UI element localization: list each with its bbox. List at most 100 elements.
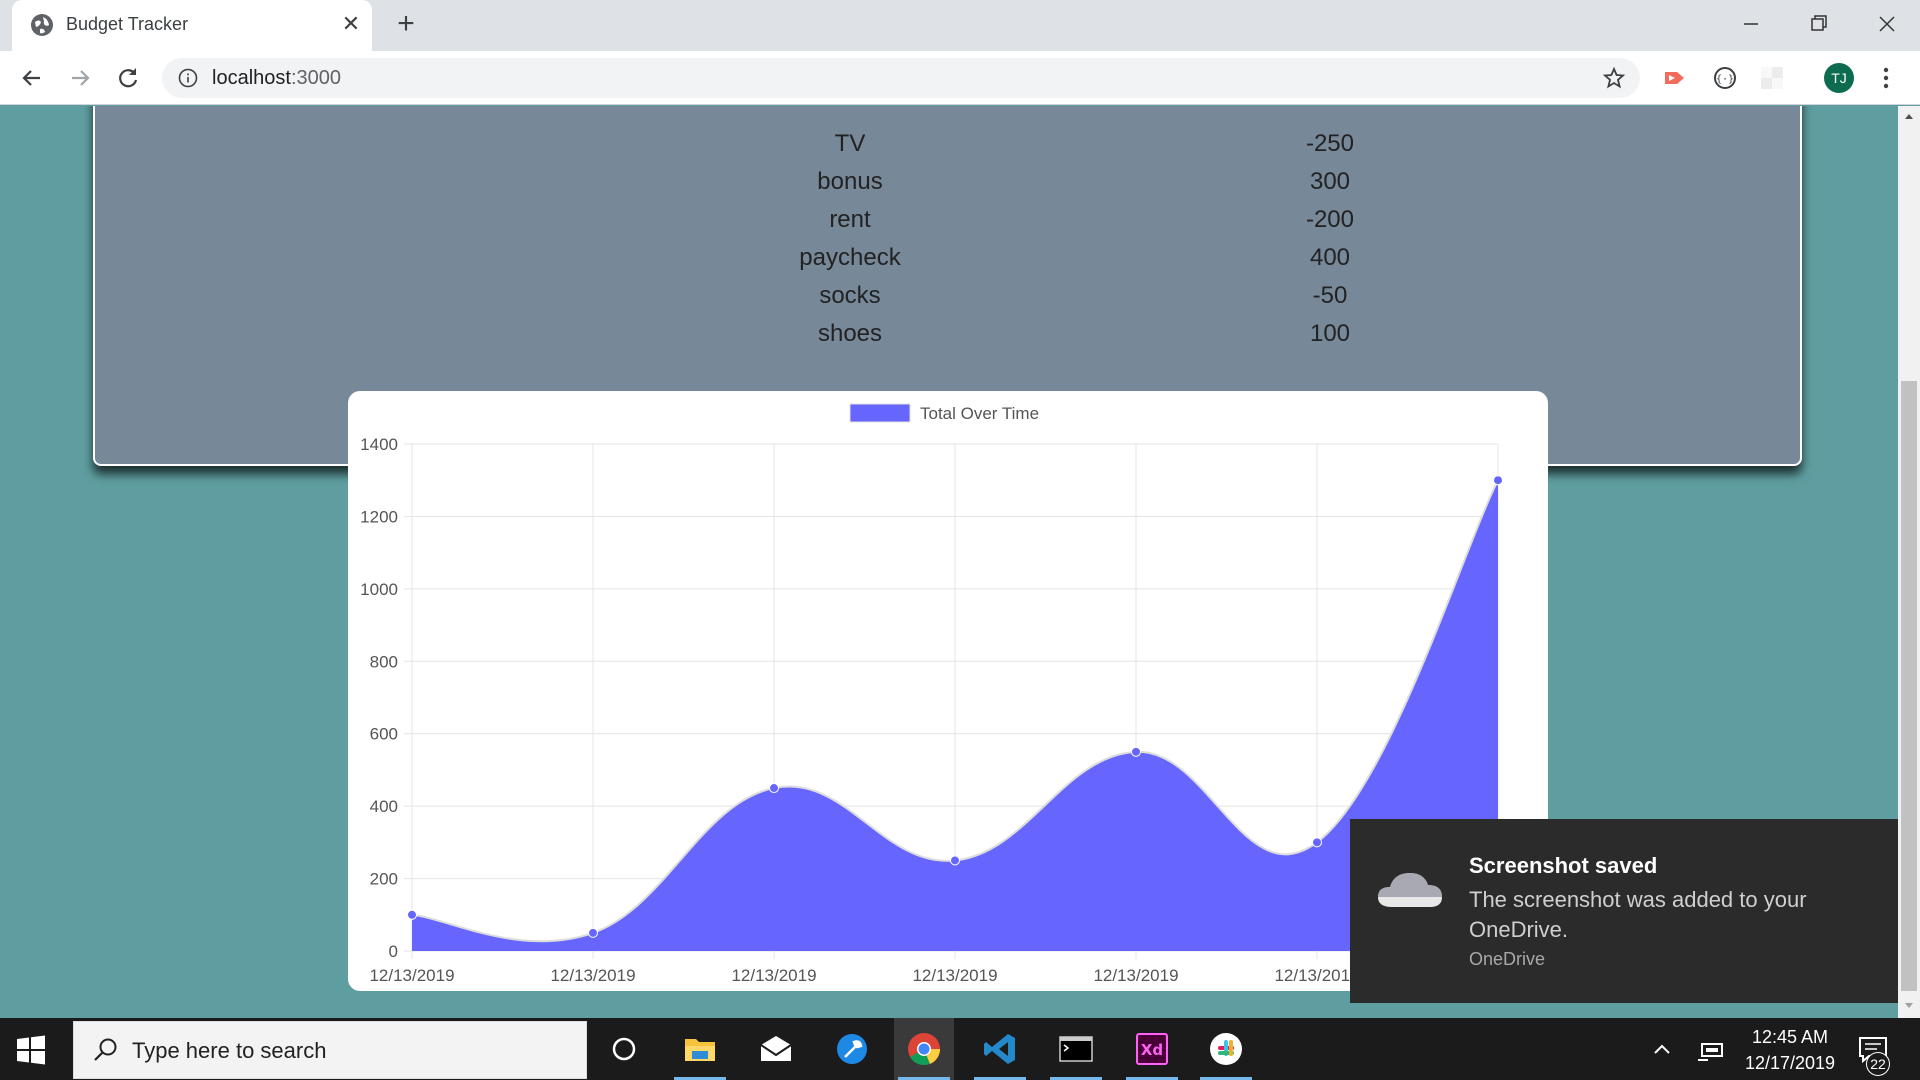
taskbar-adobe-xd[interactable]: Xd: [1122, 1018, 1182, 1080]
x-tick-label: 12/13/2019: [1093, 966, 1178, 985]
mail-icon: [760, 1036, 792, 1061]
network-icon[interactable]: [1696, 1036, 1726, 1064]
url-port: :3000: [290, 67, 341, 89]
transaction-value: -200: [1305, 206, 1355, 233]
scroll-down-icon[interactable]: [1898, 996, 1920, 1016]
info-icon[interactable]: [178, 68, 198, 88]
system-clock[interactable]: 12:45 AM 12/17/2019: [1735, 1024, 1845, 1076]
restore-icon[interactable]: [1798, 8, 1838, 40]
transaction-row: shoes 100: [95, 315, 1800, 353]
taskbar-terminal[interactable]: [1046, 1018, 1106, 1080]
extension-icon[interactable]: {·}: [1710, 63, 1740, 93]
transaction-value: -250: [1305, 130, 1355, 157]
transaction-name: rent: [829, 206, 871, 233]
toast-title: Screenshot saved: [1469, 853, 1658, 878]
transaction-name: shoes: [817, 320, 883, 347]
svg-text:{·}: {·}: [1716, 74, 1734, 85]
taskbar-search-box[interactable]: Type here to search: [73, 1021, 587, 1079]
data-point: [588, 927, 598, 938]
y-tick-label: 200: [370, 870, 398, 889]
back-arrow-icon[interactable]: [16, 62, 48, 94]
tab-budget-tracker[interactable]: Budget Tracker ✕: [12, 0, 372, 51]
browser-toolbar: localhost:3000 {·} TJ: [0, 51, 1920, 105]
bookmark-star-icon[interactable]: [1602, 66, 1626, 90]
forward-arrow-icon[interactable]: [64, 62, 96, 94]
legend-label: Total Over Time: [920, 404, 1039, 423]
reload-icon[interactable]: [112, 62, 144, 94]
y-tick-label: 1000: [360, 580, 398, 599]
y-tick-label: 1400: [360, 435, 398, 454]
screencast-extension-icon[interactable]: [1660, 63, 1690, 93]
toast-source: OneDrive: [1469, 949, 1546, 969]
new-tab-button[interactable]: +: [390, 9, 422, 41]
y-tick-label: 0: [389, 942, 398, 961]
x-tick-label: 12/13/2019: [550, 966, 635, 985]
transaction-value: -50: [1312, 282, 1348, 309]
vscode-icon: [984, 1034, 1015, 1064]
notification-count-badge: 22: [1866, 1052, 1890, 1076]
address-bar[interactable]: localhost:3000: [162, 58, 1640, 98]
cortana-circle-icon: [612, 1037, 636, 1061]
search-icon: [94, 1038, 117, 1061]
tab-close-button[interactable]: ✕: [336, 9, 366, 39]
windows-taskbar: Type here to search Xd 12:45 AM 12/17/20…: [0, 1018, 1920, 1080]
transaction-row: bonus 300: [95, 163, 1800, 201]
x-tick-label: 12/13/2019: [1274, 966, 1359, 985]
taskbar-cortana[interactable]: [594, 1018, 654, 1080]
tab-strip: Budget Tracker ✕ +: [0, 0, 1920, 51]
folder-icon: [685, 1039, 715, 1061]
data-point: [1312, 837, 1322, 848]
y-tick-label: 1200: [360, 507, 398, 526]
transaction-name: paycheck: [799, 244, 901, 271]
tab-title: Budget Tracker: [66, 14, 189, 34]
transaction-value: 100: [1309, 320, 1351, 347]
taskbar-vscode[interactable]: [970, 1018, 1030, 1080]
clock-time: 12:45 AM: [1751, 1027, 1829, 1047]
tray-chevron-up-icon[interactable]: [1650, 1038, 1674, 1062]
transaction-name: TV: [834, 130, 866, 157]
data-point: [950, 855, 960, 866]
toast-body: The screenshot was added to your OneDriv…: [1469, 887, 1807, 942]
data-point: [1493, 475, 1503, 486]
taskbar-chrome[interactable]: [894, 1018, 954, 1080]
chrome-icon: [908, 1033, 941, 1066]
page-scrollbar[interactable]: [1898, 106, 1920, 1018]
taskbar-app-blue[interactable]: [822, 1018, 882, 1080]
url-host: localhost: [212, 67, 291, 89]
taskbar-file-explorer[interactable]: [670, 1018, 730, 1080]
y-tick-label: 800: [370, 652, 398, 671]
transaction-value: 400: [1309, 244, 1351, 271]
taskbar-mail[interactable]: [746, 1018, 806, 1080]
clock-date: 12/17/2019: [1744, 1053, 1836, 1073]
transaction-row: paycheck 400: [95, 239, 1800, 277]
taskbar-slack[interactable]: [1196, 1018, 1256, 1080]
onedrive-cloud-icon: [1378, 873, 1442, 907]
svg-text:Xd: Xd: [1141, 1041, 1163, 1059]
scroll-up-icon[interactable]: [1898, 106, 1920, 126]
y-tick-label: 400: [370, 797, 398, 816]
scroll-thumb[interactable]: [1901, 381, 1917, 991]
transaction-row: rent -200: [95, 201, 1800, 239]
x-tick-label: 12/13/2019: [731, 966, 816, 985]
windows-start-icon[interactable]: [14, 1033, 48, 1067]
transaction-value: 300: [1309, 168, 1351, 195]
kebab-menu-icon[interactable]: [1876, 63, 1896, 93]
adobe-xd-icon: Xd: [1136, 1033, 1168, 1065]
extension-placeholder-icon[interactable]: [1757, 63, 1787, 93]
data-point: [1131, 746, 1141, 757]
x-tick-label: 12/13/2019: [912, 966, 997, 985]
legend-swatch: [849, 403, 911, 423]
slack-icon: [1210, 1033, 1242, 1065]
minimize-icon[interactable]: [1730, 8, 1770, 40]
window-close-icon[interactable]: [1866, 8, 1906, 40]
y-tick-label: 600: [370, 725, 398, 744]
profile-avatar[interactable]: TJ: [1824, 63, 1854, 93]
search-placeholder: Type here to search: [132, 1038, 327, 1063]
transaction-name: bonus: [817, 168, 883, 195]
x-tick-label: 12/13/2019: [369, 966, 454, 985]
terminal-icon: [1059, 1036, 1093, 1062]
data-point: [769, 783, 779, 794]
transaction-name: socks: [819, 282, 881, 309]
onedrive-toast[interactable]: Screenshot saved The screenshot was adde…: [1350, 819, 1898, 1003]
transaction-row: socks -50: [95, 277, 1800, 315]
